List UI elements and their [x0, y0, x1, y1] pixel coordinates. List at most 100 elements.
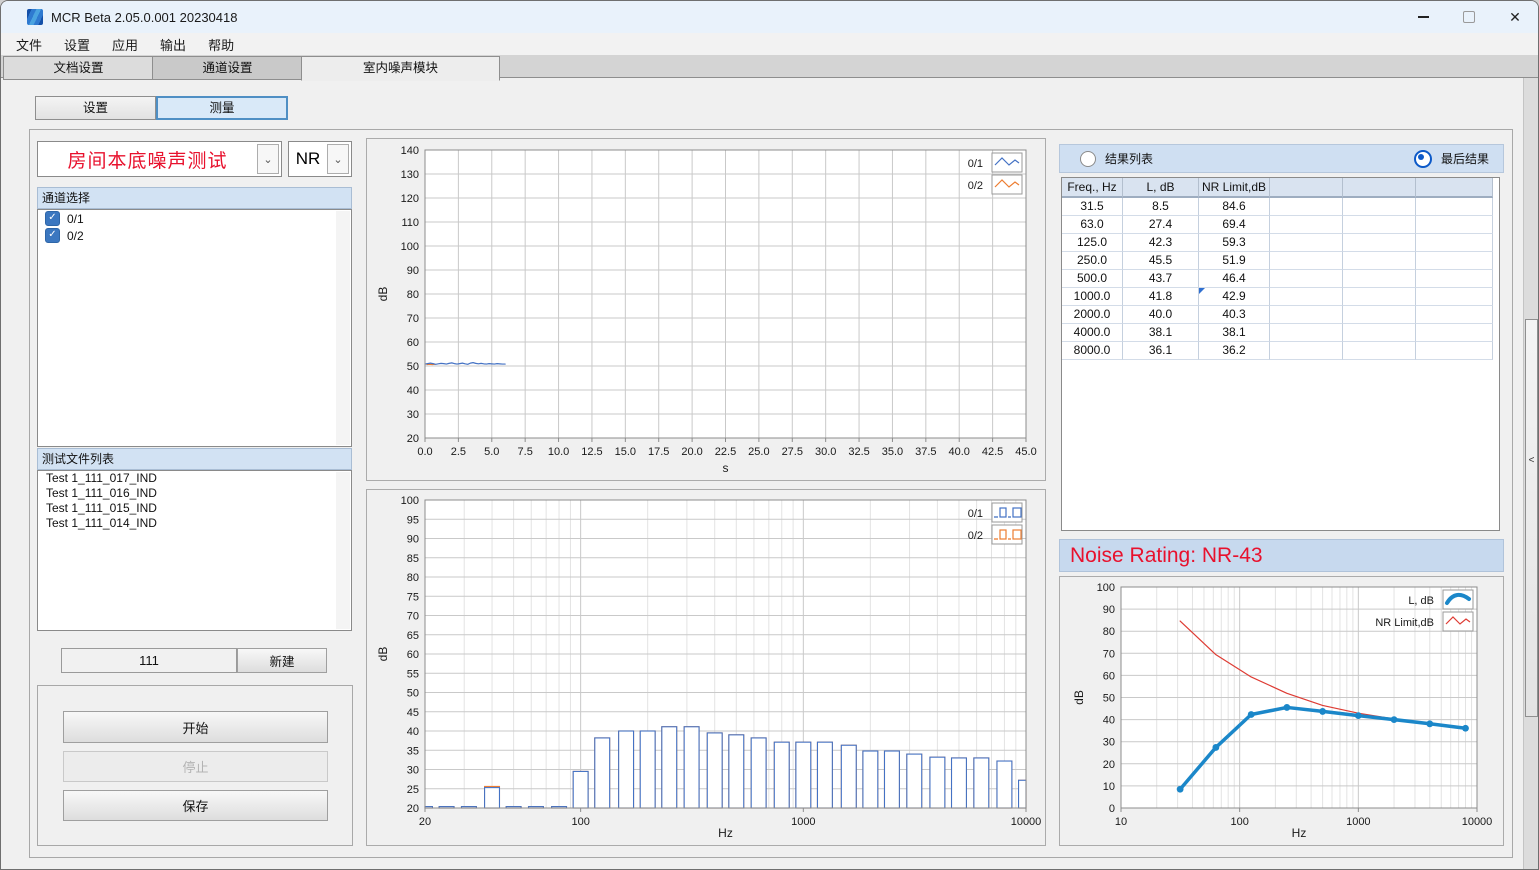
subtab-measure[interactable]: 测量: [156, 96, 288, 120]
table-cell[interactable]: 38.1: [1123, 324, 1199, 342]
table-cell[interactable]: [1343, 234, 1416, 252]
radio-last-result[interactable]: [1414, 150, 1432, 168]
rating-combo[interactable]: NR ⌄: [288, 141, 352, 177]
radio-last-result-label[interactable]: 最后结果: [1441, 150, 1489, 167]
table-cell[interactable]: 36.1: [1123, 342, 1199, 360]
new-button[interactable]: 新建: [237, 648, 327, 673]
table-cell[interactable]: 63.0: [1062, 216, 1123, 234]
table-cell[interactable]: [1270, 252, 1343, 270]
table-row[interactable]: 8000.036.136.2: [1062, 342, 1499, 360]
test-type-combo[interactable]: 房间本底噪声测试 ⌄: [37, 141, 282, 177]
table-cell[interactable]: [1343, 288, 1416, 306]
table-cell[interactable]: [1270, 198, 1343, 216]
table-cell[interactable]: 84.6: [1199, 198, 1270, 216]
close-button[interactable]: ✕: [1492, 1, 1538, 33]
table-cell[interactable]: 27.4: [1123, 216, 1199, 234]
table-cell[interactable]: 1000.0: [1062, 288, 1123, 306]
table-row[interactable]: 63.027.469.4: [1062, 216, 1499, 234]
menu-file[interactable]: 文件: [5, 32, 53, 57]
subtab-settings[interactable]: 设置: [35, 96, 156, 120]
table-cell[interactable]: 4000.0: [1062, 324, 1123, 342]
table-cell[interactable]: 41.8: [1123, 288, 1199, 306]
chevron-down-icon[interactable]: ⌄: [257, 144, 279, 174]
table-cell[interactable]: [1343, 306, 1416, 324]
menu-application[interactable]: 应用: [101, 32, 149, 57]
table-cell[interactable]: [1416, 270, 1493, 288]
table-cell[interactable]: [1270, 306, 1343, 324]
table-cell[interactable]: [1270, 216, 1343, 234]
table-cell[interactable]: [1416, 198, 1493, 216]
table-cell[interactable]: [1343, 252, 1416, 270]
scrollbar-track[interactable]: [336, 211, 350, 445]
table-cell[interactable]: [1416, 216, 1493, 234]
menu-settings[interactable]: 设置: [53, 32, 101, 57]
table-cell[interactable]: [1416, 288, 1493, 306]
table-cell[interactable]: 36.2: [1199, 342, 1270, 360]
test-file-item[interactable]: Test 1_111_015_IND: [38, 501, 351, 516]
test-file-item[interactable]: Test 1_111_014_IND: [38, 516, 351, 531]
test-file-list[interactable]: Test 1_111_017_INDTest 1_111_016_INDTest…: [37, 470, 352, 631]
table-cell[interactable]: 42.9: [1199, 288, 1270, 306]
table-cell[interactable]: [1270, 288, 1343, 306]
table-cell[interactable]: 8.5: [1123, 198, 1199, 216]
table-cell[interactable]: [1416, 234, 1493, 252]
table-cell[interactable]: 51.9: [1199, 252, 1270, 270]
test-file-item[interactable]: Test 1_111_017_IND: [38, 471, 351, 486]
table-cell[interactable]: 45.5: [1123, 252, 1199, 270]
table-cell[interactable]: 250.0: [1062, 252, 1123, 270]
table-cell[interactable]: [1416, 342, 1493, 360]
checkbox-checked-icon[interactable]: ✓: [45, 211, 60, 226]
table-cell[interactable]: 38.1: [1199, 324, 1270, 342]
channel-item[interactable]: ✓0/1: [38, 210, 351, 227]
chevron-down-icon[interactable]: ⌄: [327, 144, 349, 174]
tab-indoor-noise-module[interactable]: 室内噪声模块: [301, 56, 500, 81]
menu-output[interactable]: 输出: [149, 32, 197, 57]
scrollbar-track[interactable]: [336, 472, 350, 629]
menu-help[interactable]: 帮助: [197, 32, 245, 57]
test-file-item[interactable]: Test 1_111_016_IND: [38, 486, 351, 501]
table-row[interactable]: 2000.040.040.3: [1062, 306, 1499, 324]
minimize-button[interactable]: [1400, 1, 1446, 33]
table-row[interactable]: 250.045.551.9: [1062, 252, 1499, 270]
save-button[interactable]: 保存: [63, 790, 328, 821]
table-cell[interactable]: [1343, 216, 1416, 234]
table-cell[interactable]: 43.7: [1123, 270, 1199, 288]
table-cell[interactable]: 40.0: [1123, 306, 1199, 324]
table-cell[interactable]: 31.5: [1062, 198, 1123, 216]
table-cell[interactable]: [1343, 342, 1416, 360]
table-cell[interactable]: [1343, 270, 1416, 288]
table-cell[interactable]: 59.3: [1199, 234, 1270, 252]
table-cell[interactable]: [1270, 324, 1343, 342]
table-cell[interactable]: 125.0: [1062, 234, 1123, 252]
table-cell[interactable]: 42.3: [1123, 234, 1199, 252]
table-cell[interactable]: 40.3: [1199, 306, 1270, 324]
tab-document-settings[interactable]: 文档设置: [3, 56, 154, 80]
checkbox-checked-icon[interactable]: ✓: [45, 228, 60, 243]
table-row[interactable]: 1000.041.842.9: [1062, 288, 1499, 306]
radio-result-list-label[interactable]: 结果列表: [1105, 150, 1153, 167]
table-cell[interactable]: 46.4: [1199, 270, 1270, 288]
table-cell[interactable]: 500.0: [1062, 270, 1123, 288]
table-cell[interactable]: [1343, 198, 1416, 216]
results-table[interactable]: Freq., HzL, dBNR Limit,dB31.58.584.663.0…: [1061, 177, 1500, 531]
collapse-panel-button[interactable]: <: [1525, 319, 1538, 717]
file-name-input[interactable]: 111: [61, 648, 237, 673]
tab-channel-settings[interactable]: 通道设置: [152, 56, 303, 80]
channel-list[interactable]: ✓0/1✓0/2: [37, 209, 352, 447]
table-row[interactable]: 31.58.584.6: [1062, 198, 1499, 216]
table-cell[interactable]: [1270, 270, 1343, 288]
table-cell[interactable]: [1416, 306, 1493, 324]
table-cell[interactable]: 69.4: [1199, 216, 1270, 234]
table-cell[interactable]: [1270, 234, 1343, 252]
table-row[interactable]: 500.043.746.4: [1062, 270, 1499, 288]
start-button[interactable]: 开始: [63, 711, 328, 743]
table-row[interactable]: 4000.038.138.1: [1062, 324, 1499, 342]
radio-result-list[interactable]: [1080, 151, 1096, 167]
maximize-button[interactable]: [1446, 1, 1492, 33]
table-cell[interactable]: [1416, 324, 1493, 342]
table-cell[interactable]: [1270, 342, 1343, 360]
table-cell[interactable]: 2000.0: [1062, 306, 1123, 324]
table-cell[interactable]: [1343, 324, 1416, 342]
table-cell[interactable]: [1416, 252, 1493, 270]
table-row[interactable]: 125.042.359.3: [1062, 234, 1499, 252]
